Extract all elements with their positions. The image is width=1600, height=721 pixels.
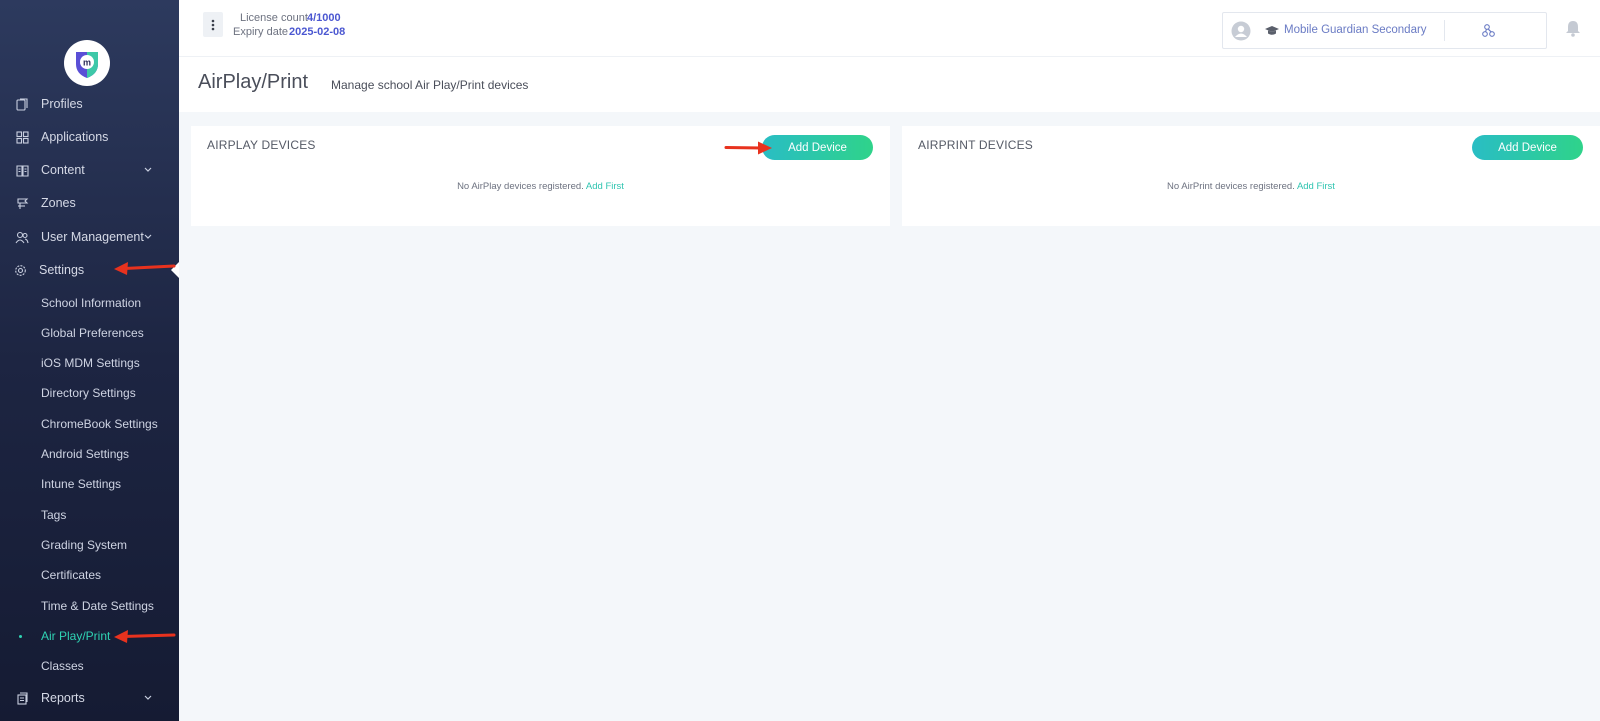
license-count-value: 4/1000 — [307, 12, 341, 24]
sidebar-item-label: Zones — [41, 196, 76, 210]
sidebar-subitem-global-preferences[interactable]: Global Preferences — [0, 320, 179, 346]
add-first-link[interactable]: Add First — [1297, 181, 1335, 192]
sidebar-subitem-label: Time & Date Settings — [41, 599, 154, 613]
expiry-date-value: 2025-02-08 — [289, 26, 346, 38]
empty-state-text: No AirPlay devices registered. — [457, 181, 584, 192]
card-title: AIRPLAY DEVICES — [207, 138, 316, 152]
sidebar-subitem-directory-settings[interactable]: Directory Settings — [0, 380, 179, 406]
sidebar-subitem-grading-system[interactable]: Grading System — [0, 532, 179, 558]
page-header: AirPlay/Print Manage school Air Play/Pri… — [179, 57, 1600, 112]
page-title: AirPlay/Print — [198, 71, 309, 93]
annotation-arrow — [114, 630, 176, 643]
airplay-devices-card: AIRPLAY DEVICES Add Device No AirPlay de… — [191, 126, 890, 226]
network-icon[interactable] — [1481, 23, 1497, 39]
content-icon — [15, 163, 29, 177]
sidebar-subitem-label: Air Play/Print — [41, 629, 111, 643]
active-indicator-dot — [19, 634, 22, 638]
sidebar-subitem-label: Certificates — [41, 568, 102, 582]
avatar-icon[interactable] — [1231, 21, 1251, 41]
chevron-down-icon — [143, 165, 153, 175]
sidebar-subitem-label: School Information — [41, 296, 142, 310]
profiles-icon — [15, 97, 29, 111]
sidebar-subitem-label: Tags — [41, 508, 67, 522]
empty-state: No AirPrint devices registered. Add Firs… — [902, 181, 1600, 192]
school-name: Mobile Guardian Secondary — [1284, 24, 1427, 36]
page-subtitle: Manage school Air Play/Print devices — [331, 78, 529, 92]
sidebar-subitem-classes[interactable]: Classes — [0, 653, 179, 679]
sidebar-item-content[interactable]: Content — [0, 155, 179, 185]
sidebar-item-user-management[interactable]: User Management — [0, 222, 179, 252]
sidebar-subitem-label: ChromeBook Settings — [41, 417, 158, 431]
sidebar-subitem-label: Classes — [41, 659, 84, 673]
sidebar-subitem-certificates[interactable]: Certificates — [0, 562, 179, 588]
zones-icon — [15, 196, 29, 210]
add-airprint-device-button[interactable]: Add Device — [1472, 135, 1583, 160]
menu-toggle-button[interactable] — [203, 12, 223, 37]
add-airplay-device-button[interactable]: Add Device — [762, 135, 873, 160]
chevron-down-icon — [143, 232, 153, 242]
applications-icon — [15, 130, 29, 144]
bell-icon[interactable] — [1565, 20, 1581, 37]
svg-text:m: m — [83, 58, 91, 68]
sidebar-subitem-label: Global Preferences — [41, 326, 144, 340]
sidebar: m Profiles Applications Content Zones Us… — [0, 0, 179, 721]
sidebar-subitem-android-settings[interactable]: Android Settings — [0, 441, 179, 467]
card-title: AIRPRINT DEVICES — [918, 138, 1034, 152]
school-selector[interactable]: Mobile Guardian Secondary — [1222, 12, 1547, 49]
sidebar-item-label: User Management — [41, 230, 144, 244]
sidebar-subitem-time-date-settings[interactable]: Time & Date Settings — [0, 593, 179, 619]
expiry-date-label: Expiry date — [233, 26, 289, 38]
sidebar-subitem-chromebook-settings[interactable]: ChromeBook Settings — [0, 411, 179, 437]
vertical-dots-icon — [211, 19, 215, 30]
sidebar-subitem-label: iOS MDM Settings — [41, 356, 140, 370]
sidebar-item-label: Profiles — [41, 97, 83, 111]
empty-state: No AirPlay devices registered. Add First — [191, 181, 890, 192]
annotation-arrow — [724, 141, 772, 155]
add-first-link[interactable]: Add First — [586, 181, 624, 192]
sidebar-subitem-label: Android Settings — [41, 447, 130, 461]
sidebar-subitem-ios-mdm-settings[interactable]: iOS MDM Settings — [0, 350, 179, 376]
sidebar-item-label: Content — [41, 163, 85, 177]
license-count-label: License count — [240, 12, 308, 24]
sidebar-item-profiles[interactable]: Profiles — [0, 89, 179, 119]
gear-icon — [13, 263, 27, 277]
mobile-guardian-logo[interactable]: m — [64, 40, 110, 86]
sidebar-subitem-label: Grading System — [41, 538, 128, 552]
sidebar-item-label: Reports — [41, 691, 85, 705]
sidebar-item-applications[interactable]: Applications — [0, 122, 179, 152]
sidebar-subitem-label: Directory Settings — [41, 386, 136, 400]
divider — [1444, 20, 1445, 41]
users-icon — [15, 230, 29, 244]
empty-state-text: No AirPrint devices registered. — [1167, 181, 1295, 192]
sidebar-item-label: Applications — [41, 130, 109, 144]
sidebar-subitem-school-information[interactable]: School Information — [0, 290, 179, 316]
sidebar-subitem-tags[interactable]: Tags — [0, 502, 179, 528]
reports-icon — [15, 691, 29, 705]
sidebar-item-label: Settings — [39, 263, 85, 277]
sidebar-subitem-intune-settings[interactable]: Intune Settings — [0, 471, 179, 497]
airprint-devices-card: AIRPRINT DEVICES Add Device No AirPrint … — [902, 126, 1600, 226]
chevron-down-icon — [143, 693, 153, 703]
annotation-arrow — [114, 262, 176, 275]
sidebar-subitem-label: Intune Settings — [41, 477, 122, 491]
sidebar-item-zones[interactable]: Zones — [0, 188, 179, 218]
sidebar-item-reports[interactable]: Reports — [0, 683, 179, 713]
graduation-cap-icon — [1265, 26, 1279, 35]
